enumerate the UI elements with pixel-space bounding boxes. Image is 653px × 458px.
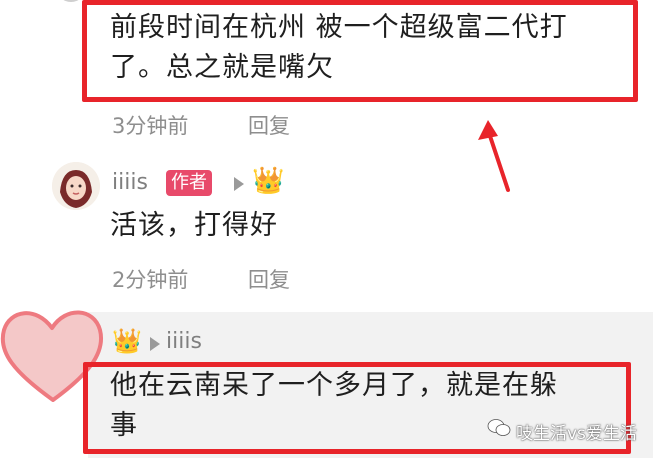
avatar[interactable] [52,162,100,210]
comment1-reply-button[interactable]: 回复 [248,110,290,140]
avatar-illustration [52,162,100,210]
reply-arrow-icon-2 [150,337,160,351]
comment1-timestamp: 3分钟前 [112,114,189,138]
reply-text-line1: 他在云南呆了一个多月了，就是在躲 [110,370,558,401]
comment2-text: 活该，打得好 [110,210,278,241]
wechat-icon [487,419,511,436]
comment2-timestamp: 2分钟前 [112,268,189,292]
crown-icon: 👑 [252,166,285,196]
comment2-reply-button[interactable]: 回复 [248,264,290,294]
reply-crown-icon: 👑 [112,327,142,355]
reply-arrow-icon [234,177,244,191]
author-badge: 作者 [166,170,212,196]
watermark-text: 吱生活vs爱生活 [516,424,637,444]
reply-text-line2: 事 [110,410,138,441]
comment2-username[interactable]: iiiis [112,170,148,195]
arrow-annotation-icon [478,120,510,192]
comment1-text-line2: 了。总之就是嘴欠 [110,52,334,83]
reply-target-username[interactable]: iiiis [166,329,202,354]
comment1-text-line1: 前段时间在杭州 被一个超级富二代打 [110,12,568,43]
